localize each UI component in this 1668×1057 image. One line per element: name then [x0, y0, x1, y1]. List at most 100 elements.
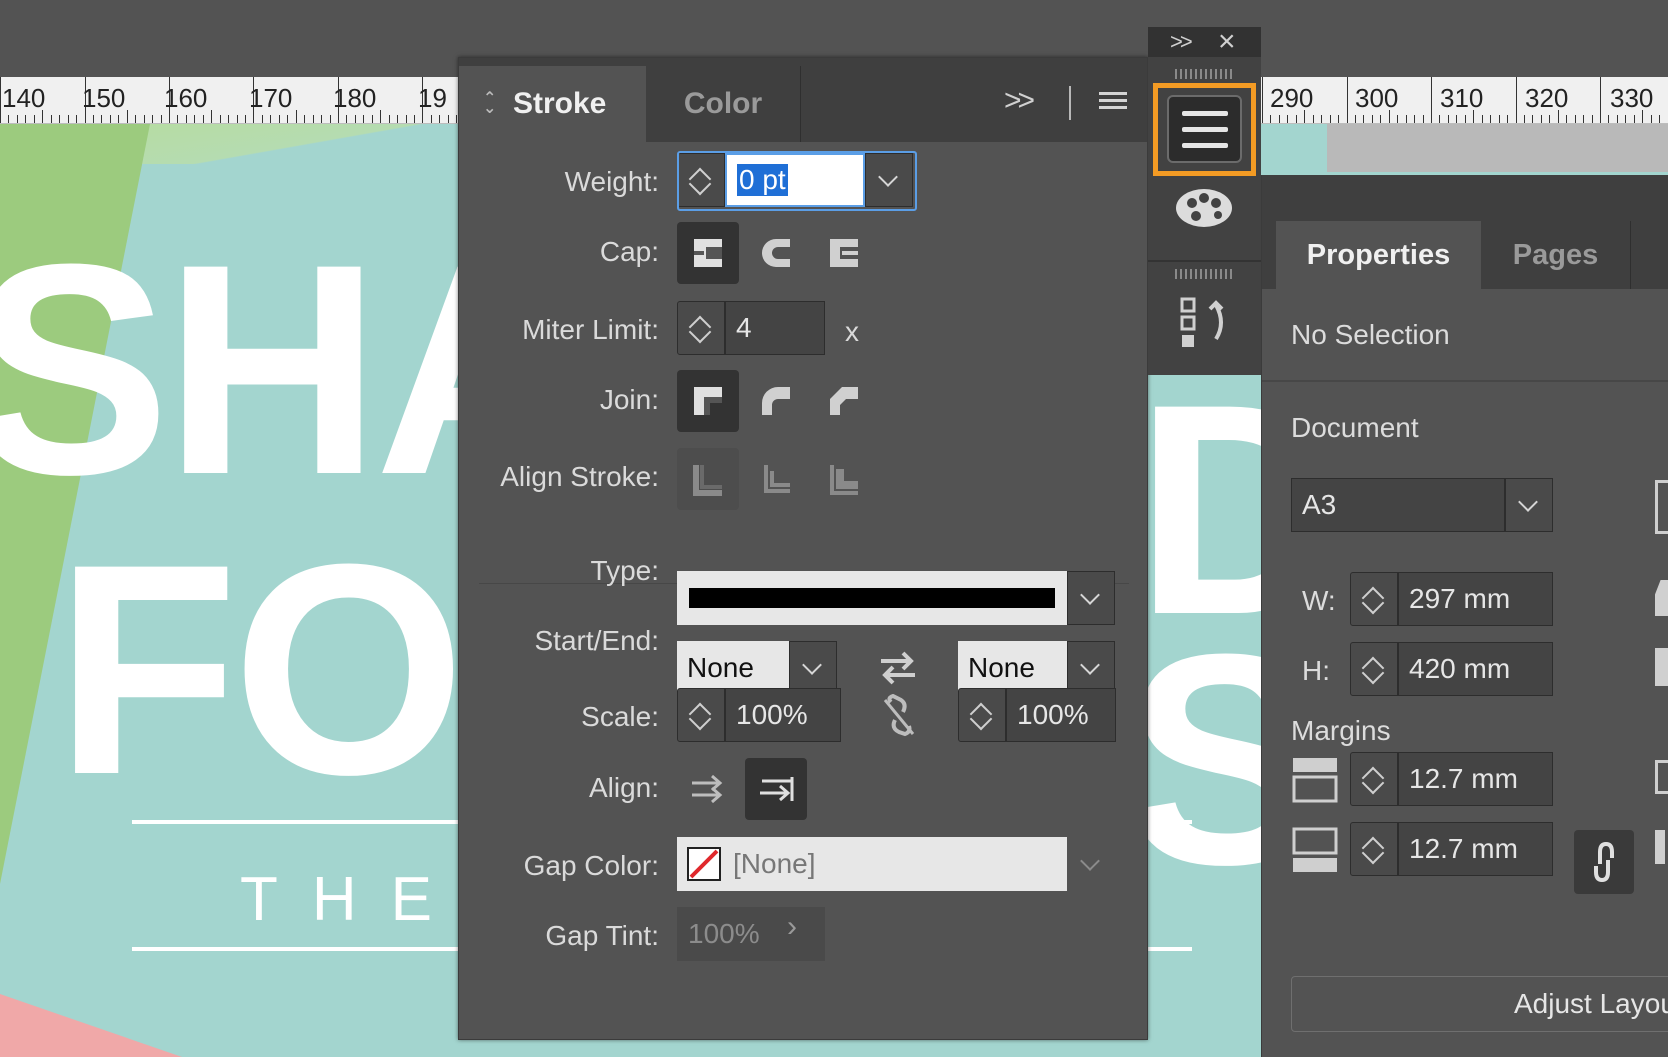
ruler-tick — [1524, 115, 1525, 123]
page-size-dropdown-button[interactable] — [1505, 478, 1553, 532]
margin-bottom-input[interactable]: 12.7 mm — [1398, 822, 1553, 876]
miter-join-button[interactable] — [677, 370, 739, 432]
panel-menu-icon[interactable] — [1099, 92, 1127, 114]
ruler-tick — [456, 115, 457, 123]
miter-join-icon — [694, 387, 722, 415]
swatches-palette-icon[interactable] — [1174, 185, 1234, 236]
weight-input[interactable]: 0 pt — [725, 153, 865, 207]
align-stroke-inside-button[interactable] — [745, 448, 807, 510]
close-icon[interactable]: × — [1218, 25, 1236, 59]
ruler-tick — [1617, 115, 1618, 123]
ruler-label: 310 — [1440, 83, 1484, 113]
miter-limit-stepper[interactable] — [677, 301, 725, 355]
align-distribute-icon[interactable] — [1176, 295, 1232, 356]
start-scale-stepper[interactable] — [677, 688, 725, 742]
expand-dock-icon[interactable]: >> — [1170, 29, 1193, 55]
gap-color-label: Gap Color: — [523, 850, 659, 881]
ruler-tick — [1439, 115, 1440, 123]
align-stroke-center-button[interactable] — [677, 448, 739, 510]
ruler-tick — [321, 115, 322, 123]
ruler-tick — [1600, 77, 1601, 123]
stroke-type-dropdown-button[interactable] — [1067, 571, 1115, 625]
margins-heading: Margins — [1291, 715, 1391, 746]
gap-tint-input[interactable]: 100% — [677, 907, 825, 961]
width-value: 297 mm — [1409, 583, 1511, 614]
miter-limit-input[interactable]: 4 — [725, 301, 825, 355]
ruler-tick — [1516, 77, 1517, 123]
margin-left-icon — [1655, 760, 1668, 794]
align-arrow-extend-button[interactable] — [677, 758, 739, 820]
end-arrowhead-dropdown-button[interactable] — [1067, 641, 1115, 695]
start-arrowhead-select[interactable]: None — [677, 641, 789, 695]
ruler-label: 330 — [1610, 83, 1654, 113]
projecting-cap-button[interactable] — [813, 222, 875, 284]
start-scale-input[interactable]: 100% — [725, 688, 841, 742]
ruler-tick — [118, 115, 119, 123]
ruler-tick — [380, 110, 381, 123]
miter-unit: x — [845, 316, 859, 347]
ruler-tick — [448, 115, 449, 123]
link-margins-button[interactable] — [1574, 830, 1634, 894]
ruler-tick — [1414, 115, 1415, 123]
ruler-label: 320 — [1525, 83, 1569, 113]
ruler-tick — [1372, 115, 1373, 123]
ruler-tick — [355, 115, 356, 123]
page-orientation-icon[interactable] — [1655, 480, 1668, 534]
ruler-tick — [1431, 77, 1432, 123]
height-input[interactable]: 420 mm — [1398, 642, 1553, 696]
gap-color-select[interactable]: [None] — [677, 837, 1067, 891]
cap-label: Cap: — [599, 236, 659, 267]
round-cap-button[interactable] — [745, 222, 807, 284]
butt-cap-button[interactable] — [677, 222, 739, 284]
link-icon — [1594, 841, 1614, 883]
width-input[interactable]: 297 mm — [1398, 572, 1553, 626]
stroke-type-preview — [689, 588, 1055, 608]
ruler-tick — [1406, 115, 1407, 123]
page-size-select[interactable]: A3 — [1291, 478, 1505, 532]
margin-bottom-stepper[interactable] — [1350, 822, 1398, 876]
portrait-icon[interactable] — [1655, 580, 1668, 616]
tab-stroke[interactable]: ⌃ ⌄ Stroke — [459, 66, 646, 142]
ruler-tick — [1347, 77, 1348, 123]
weight-dropdown-button[interactable] — [865, 153, 913, 207]
dock-grip[interactable] — [1175, 269, 1233, 279]
dock-grip[interactable] — [1175, 69, 1233, 79]
start-arrowhead-dropdown-button[interactable] — [789, 641, 837, 695]
ruler-label: 140 — [2, 83, 46, 113]
weight-value: 0 pt — [737, 164, 788, 196]
bevel-join-button[interactable] — [813, 370, 875, 432]
pasteboard-strip — [1327, 124, 1668, 172]
end-scale-input[interactable]: 100% — [1006, 688, 1116, 742]
ruler-tick — [1262, 77, 1263, 123]
align-arrow-inside-button[interactable] — [745, 758, 807, 820]
end-arrowhead-select[interactable]: None — [958, 641, 1068, 695]
align-label: Align: — [588, 772, 659, 803]
ruler-tick — [330, 115, 331, 123]
ruler-tick — [0, 77, 1, 123]
chevron-right-icon[interactable]: › — [787, 910, 797, 944]
align-stroke-label: Align Stroke: — [500, 461, 659, 492]
end-scale-stepper[interactable] — [958, 688, 1006, 742]
align-stroke-outside-button[interactable] — [813, 448, 875, 510]
ruler-tick — [346, 115, 347, 123]
round-join-button[interactable] — [745, 370, 807, 432]
width-stepper[interactable] — [1350, 572, 1398, 626]
unlink-scale-icon[interactable] — [879, 693, 919, 743]
adjust-layout-button[interactable]: Adjust Layout — [1291, 976, 1668, 1032]
tab-color[interactable]: Color — [646, 66, 801, 142]
expand-panels-icon[interactable]: >> — [1004, 84, 1035, 118]
tab-properties[interactable]: Properties — [1276, 221, 1481, 289]
ruler-tick — [144, 115, 145, 123]
landscape-icon[interactable] — [1655, 648, 1668, 686]
butt-cap-icon — [694, 239, 722, 267]
height-stepper[interactable] — [1350, 642, 1398, 696]
collapse-toggle-icon[interactable]: ⌃ ⌄ — [483, 91, 496, 117]
stroke-panel-dock-button[interactable] — [1167, 95, 1242, 163]
margin-top-stepper[interactable] — [1350, 752, 1398, 806]
swap-arrowheads-icon[interactable] — [877, 648, 919, 693]
stroke-type-select[interactable] — [677, 571, 1067, 625]
properties-panel-tabbar: Properties Pages — [1262, 211, 1668, 289]
tab-pages[interactable]: Pages — [1481, 221, 1631, 289]
gap-color-dropdown-button[interactable] — [1067, 837, 1115, 891]
margin-top-input[interactable]: 12.7 mm — [1398, 752, 1553, 806]
